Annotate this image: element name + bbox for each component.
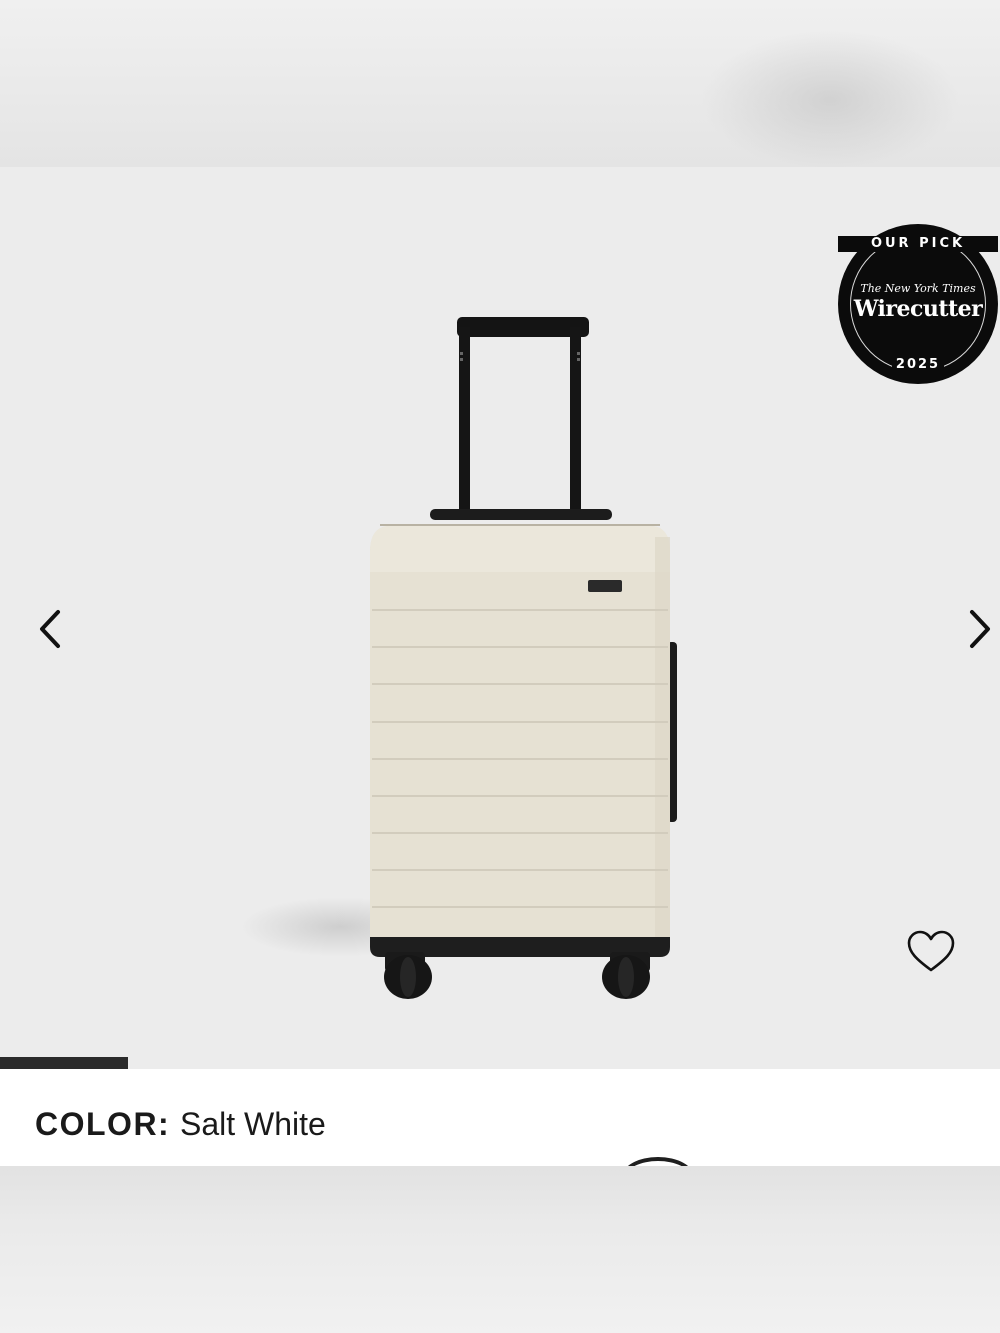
next-image-button[interactable]	[960, 607, 1000, 651]
bottom-blur-overlay	[0, 1166, 1000, 1333]
chevron-left-icon	[40, 610, 60, 648]
product-image-gallery[interactable]: OUR PICK The New York Times Wirecutter 2…	[0, 167, 1000, 1069]
badge-top-text: OUR PICK	[866, 236, 970, 251]
slide-progress-fill	[0, 1057, 128, 1069]
handle-pole-left	[459, 327, 470, 517]
carry-handle	[430, 509, 612, 520]
chevron-right-icon	[970, 610, 990, 648]
heart-outline-icon	[907, 930, 955, 972]
selected-color-name: Salt White	[180, 1106, 326, 1142]
top-blur-overlay	[0, 0, 1000, 170]
handle-top	[457, 317, 589, 337]
previous-image-button[interactable]	[30, 607, 70, 651]
badge-publisher: The New York Times	[860, 282, 976, 295]
badge-brand: Wirecutter	[853, 296, 983, 322]
suitcase-product-image	[370, 317, 677, 999]
wirecutter-award-badge: OUR PICK The New York Times Wirecutter 2…	[838, 224, 998, 384]
shell	[370, 526, 670, 952]
wishlist-button[interactable]	[906, 929, 956, 975]
handle-pole-right	[570, 327, 581, 517]
color-selector-section: COLOR: Salt White	[0, 1069, 1000, 1197]
slide-progress-track	[0, 1057, 1000, 1069]
color-label: COLOR:	[35, 1106, 171, 1142]
badge-year: 2025	[891, 357, 945, 372]
logo-plate	[588, 580, 622, 592]
